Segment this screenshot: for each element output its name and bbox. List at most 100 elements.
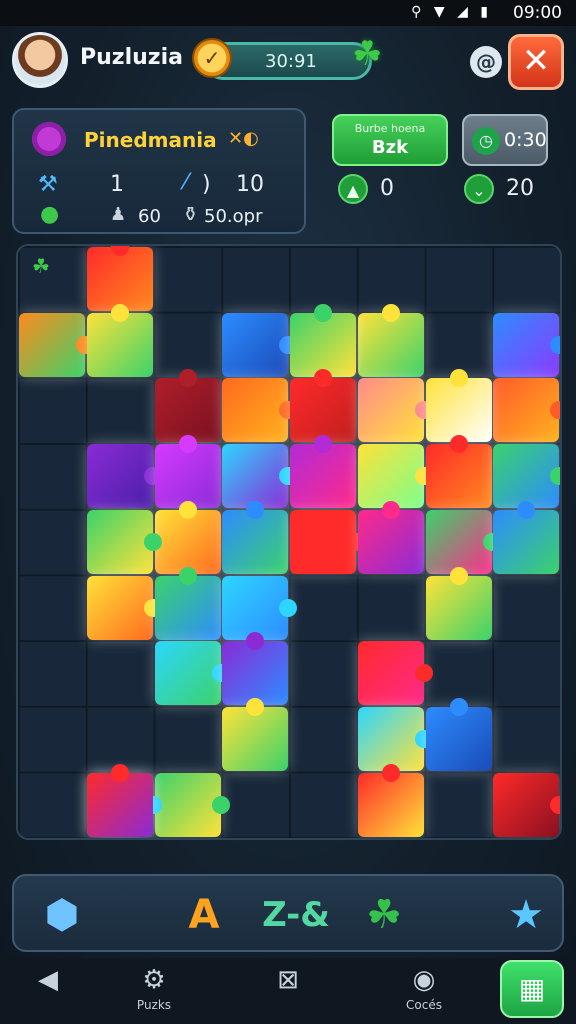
stat-three: 60 xyxy=(138,206,161,227)
puzzle-piece[interactable] xyxy=(86,509,162,574)
puzzle-piece[interactable] xyxy=(357,500,424,574)
mascot-icon: ☘ xyxy=(352,34,383,74)
puzzle-piece[interactable] xyxy=(357,444,433,509)
stat-one: 1 xyxy=(110,172,124,197)
status-icons: ⚲ ▼ ◢ ▮ xyxy=(411,4,492,20)
puzzle-piece[interactable] xyxy=(290,369,356,443)
puzzle-piece[interactable] xyxy=(86,575,162,640)
grid-menu-button[interactable]: ▦ xyxy=(500,960,564,1018)
puzzle-piece[interactable] xyxy=(154,641,230,706)
piece-knob xyxy=(517,500,536,519)
piece-knob xyxy=(314,435,332,454)
star-icon[interactable]: ★ xyxy=(498,888,554,942)
puzzle-piece[interactable] xyxy=(425,509,501,574)
puzzle-piece[interactable] xyxy=(425,566,492,640)
app-title: Puzluzia xyxy=(80,45,183,70)
timer-text: 30:91 xyxy=(265,51,317,72)
piece-knob xyxy=(178,566,197,585)
puzzle-piece[interactable] xyxy=(154,369,221,443)
tray-combo[interactable]: Z-& xyxy=(246,888,346,942)
nav-codes[interactable]: ◉ Cocés xyxy=(384,964,464,1012)
timer-button-value: 0:30 xyxy=(504,129,547,151)
puzzle-piece[interactable] xyxy=(222,575,298,640)
piece-knob xyxy=(246,697,265,716)
puzzle-piece[interactable] xyxy=(290,435,356,509)
piece-knob xyxy=(550,795,560,814)
bonus-button-label: Bzk xyxy=(371,137,409,158)
timer-button[interactable]: ◷ 0:30 xyxy=(462,114,548,166)
piece-knob xyxy=(449,697,468,716)
puzzle-piece[interactable] xyxy=(86,763,153,837)
puzzle-piece[interactable] xyxy=(222,632,289,706)
puzzle-piece[interactable] xyxy=(425,369,492,443)
back-button[interactable]: ◀ xyxy=(8,964,88,998)
puzzle-piece[interactable] xyxy=(222,500,289,574)
piece-knob xyxy=(314,369,332,388)
piece-knob xyxy=(110,246,129,256)
mascot-tray-icon[interactable]: ☘ xyxy=(354,888,414,942)
stopwatch-icon: ◷ xyxy=(472,127,500,155)
piece-knob xyxy=(449,369,468,388)
puzzle-board[interactable]: ☘ xyxy=(16,244,562,840)
board-nav-icon: ⊠ xyxy=(277,965,299,995)
puzzle-piece[interactable] xyxy=(357,763,424,837)
puzzle-piece[interactable] xyxy=(86,246,153,311)
puzzle-piece[interactable] xyxy=(357,303,424,377)
puzzle-piece[interactable] xyxy=(290,509,365,574)
stat-two: 10 xyxy=(236,172,264,197)
puzzle-piece[interactable] xyxy=(222,312,298,377)
bottle-icon: ⚱ xyxy=(182,202,199,226)
puzzle-piece[interactable] xyxy=(493,500,560,574)
nav-center[interactable]: ⊠ xyxy=(248,964,328,998)
top-bar: Puzluzia 30:91 ✓ ☘ @ ✕ xyxy=(0,30,576,94)
hammer-icon: ⚒ xyxy=(38,172,58,197)
close-button[interactable]: ✕ xyxy=(508,34,564,90)
arrow-up-icon[interactable]: ▲ xyxy=(338,174,368,204)
chevron-down-icon[interactable]: ⌄ xyxy=(464,174,494,204)
puzzle-piece[interactable] xyxy=(86,303,153,377)
piece-knob xyxy=(449,435,468,454)
panel-title-suffix: ✕◐ xyxy=(228,128,259,149)
piece-knob xyxy=(414,664,433,683)
piece-knob xyxy=(110,763,129,782)
puzzle-piece[interactable] xyxy=(154,500,221,574)
piece-knob xyxy=(143,532,162,551)
puzzle-piece[interactable] xyxy=(425,435,492,509)
avatar[interactable] xyxy=(12,32,68,88)
puzzle-piece[interactable] xyxy=(290,303,356,377)
codes-nav-icon: ◉ xyxy=(412,965,436,995)
piece-knob xyxy=(550,335,560,354)
help-button[interactable]: @ xyxy=(470,46,502,78)
piece-knob xyxy=(110,303,129,322)
piece-knob xyxy=(178,435,197,454)
bottom-nav: ◀ ⚙ Puzks ⊠ ◉ Cocés ▦ xyxy=(0,958,576,1024)
puzzle-piece[interactable] xyxy=(154,435,221,509)
puzzle-piece[interactable] xyxy=(222,697,289,771)
mini-mascot-icon: ☘ xyxy=(32,254,50,278)
ice-block-icon[interactable]: ⬢ xyxy=(32,888,92,942)
puzzle-piece[interactable] xyxy=(493,772,560,837)
piece-knob xyxy=(381,763,400,782)
puzzle-piece[interactable] xyxy=(493,378,560,443)
puzzle-piece[interactable] xyxy=(425,697,492,771)
piece-knob xyxy=(381,500,400,519)
puzzle-piece[interactable] xyxy=(493,312,560,377)
puzzle-piece[interactable] xyxy=(154,566,221,640)
piece-knob xyxy=(178,500,197,519)
bonus-button[interactable]: Burbe hoena Bzk xyxy=(332,114,448,166)
piece-knob xyxy=(550,401,560,420)
puzzle-piece[interactable] xyxy=(222,444,298,509)
piece-knob xyxy=(211,795,230,814)
tray-letter[interactable]: A xyxy=(180,888,228,942)
puzzle-piece[interactable] xyxy=(19,312,94,377)
puzzle-piece[interactable] xyxy=(357,706,433,771)
puzzle-piece[interactable] xyxy=(154,772,230,837)
puzzle-piece[interactable] xyxy=(493,444,560,509)
puzzle-piece[interactable] xyxy=(86,444,162,509)
puzzle-piece[interactable] xyxy=(357,378,433,443)
puzzle-piece[interactable] xyxy=(357,641,433,706)
back-arrow-icon: ◀ xyxy=(38,965,58,995)
clock-icon: ✓ xyxy=(192,38,232,78)
puzzle-piece[interactable] xyxy=(222,378,298,443)
nav-puzzles[interactable]: ⚙ Puzks xyxy=(114,964,194,1012)
